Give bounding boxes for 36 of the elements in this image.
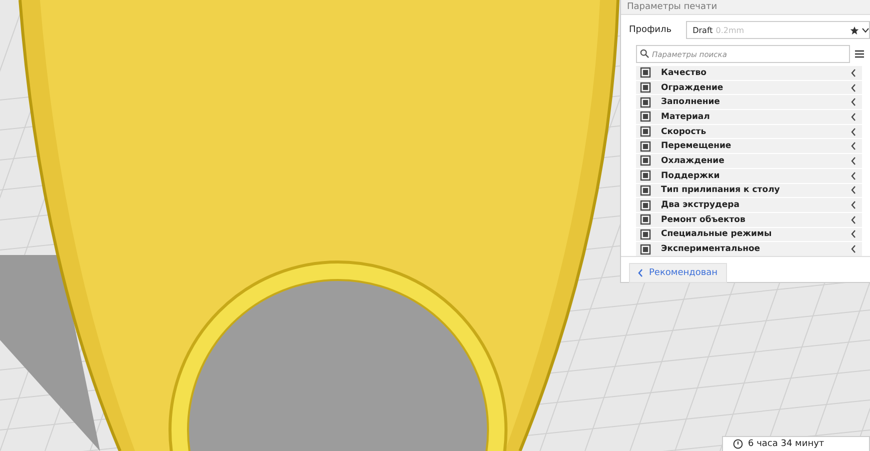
category-row[interactable]: Специальные режимы	[636, 228, 862, 242]
category-icon	[640, 67, 651, 78]
category-icon	[640, 228, 651, 240]
category-icon	[640, 140, 651, 152]
profile-dropdown[interactable]: Draft 0.2mm	[686, 21, 870, 39]
category-row[interactable]: Материал	[636, 110, 862, 124]
category-row[interactable]: Ремонт объектов	[636, 212, 862, 227]
category-icon	[640, 170, 651, 182]
category-row[interactable]: Заполнение	[636, 95, 862, 110]
panel-title: Параметры печати	[621, 0, 870, 15]
category-icon	[640, 155, 651, 166]
category-icon	[640, 96, 651, 108]
category-row[interactable]: Два экструдера	[636, 198, 862, 212]
category-row[interactable]: Скорость	[636, 124, 862, 138]
category-row[interactable]: Ограждение	[636, 80, 862, 94]
chevron-left-icon	[638, 268, 643, 277]
category-row[interactable]: Экспериментальное	[636, 242, 862, 256]
chevron-down-icon[interactable]	[862, 28, 869, 32]
category-row[interactable]: Охлаждение	[636, 154, 862, 168]
category-icon	[640, 82, 651, 94]
profile-label: Профиль	[629, 25, 672, 35]
category-icon	[640, 214, 651, 226]
category-icon	[640, 200, 651, 211]
print-time: 6 часа 34 минут	[748, 439, 824, 449]
category-icon	[640, 244, 651, 255]
category-row[interactable]: Тип прилипания к столу	[636, 184, 862, 198]
category-icon	[640, 184, 651, 196]
star-icon[interactable]	[850, 26, 859, 34]
category-icon	[640, 111, 651, 122]
category-icon	[640, 126, 651, 138]
category-row[interactable]: Качество	[636, 66, 862, 80]
category-row[interactable]: Перемещение	[636, 139, 862, 154]
recommended-button[interactable]: Рекомендован	[629, 262, 727, 283]
category-row[interactable]: Поддержки	[636, 168, 862, 182]
menu-icon[interactable]	[855, 50, 864, 58]
clock-icon	[733, 439, 743, 449]
